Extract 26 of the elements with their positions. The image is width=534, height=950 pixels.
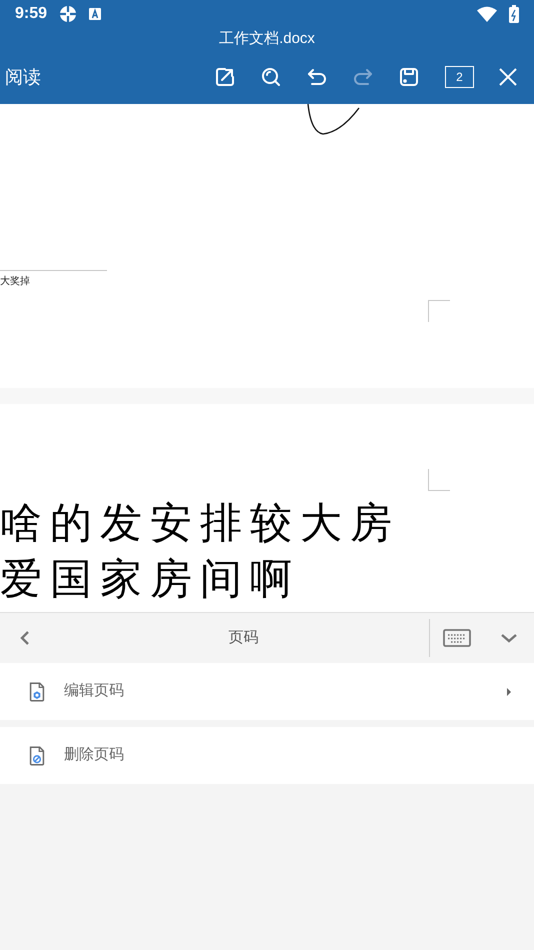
margin-corner-icon <box>428 300 450 322</box>
footnote-text: 大奖掉 <box>0 274 30 289</box>
save-icon <box>397 65 421 89</box>
pen-square-icon <box>213 65 237 89</box>
search-icon <box>259 65 283 89</box>
wifi-icon <box>477 6 497 22</box>
mode-label: 阅读 <box>5 66 41 88</box>
panel-title: 页码 <box>228 628 260 648</box>
submenu-caret-icon <box>506 686 512 696</box>
chevron-left-icon <box>19 630 31 646</box>
margin-corner-icon <box>428 469 450 491</box>
battery-icon <box>509 5 519 23</box>
status-time: 9:59 <box>15 4 48 24</box>
document-text-line: 爱国家房间啊 <box>0 556 301 602</box>
aperture-icon <box>59 5 78 23</box>
document-text-line: 啥的发安排较大房 <box>0 500 400 546</box>
close-icon <box>498 67 518 87</box>
page-count-button[interactable]: 2 <box>445 66 474 88</box>
menu-item-label: 删除页码 <box>64 745 125 766</box>
menu-item-label: 编辑页码 <box>64 681 125 702</box>
menu-item[interactable]: 编辑页码 <box>0 663 534 720</box>
menu-item[interactable]: 删除页码 <box>0 727 534 784</box>
font-icon <box>89 8 102 20</box>
keyboard-icon <box>443 629 471 647</box>
document-title: 工作文档.docx <box>219 28 315 49</box>
chevron-down-icon <box>500 632 518 644</box>
